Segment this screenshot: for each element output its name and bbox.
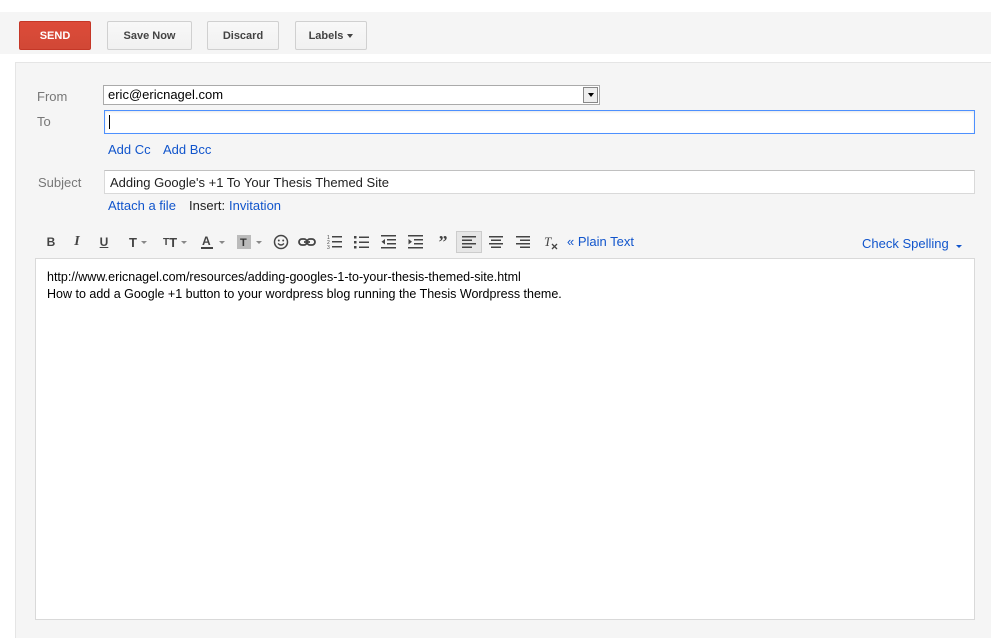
add-bcc-link[interactable]: Add Bcc [163, 142, 211, 157]
subject-input[interactable]: Adding Google's +1 To Your Thesis Themed… [104, 170, 975, 194]
add-cc-link[interactable]: Add Cc [108, 142, 151, 157]
align-center-icon[interactable] [486, 231, 506, 253]
indent-more-icon[interactable] [406, 231, 426, 253]
invitation-link[interactable]: Invitation [229, 198, 281, 213]
text-color-icon[interactable]: A [197, 231, 227, 253]
compose-toolbar: SEND Save Now Discard Labels [0, 12, 991, 54]
to-input[interactable] [104, 110, 975, 134]
font-icon[interactable]: T [123, 231, 153, 253]
dropdown-arrow-icon[interactable] [583, 87, 598, 103]
from-label: From [37, 89, 68, 104]
numbered-list-icon[interactable]: 123 [325, 231, 345, 253]
check-spelling-label: Check Spelling [862, 236, 949, 251]
from-select[interactable]: eric@ericnagel.com [103, 85, 600, 105]
svg-text:T: T [240, 237, 247, 249]
chevron-down-icon [956, 245, 963, 248]
labels-button[interactable]: Labels [295, 21, 367, 50]
link-icon[interactable] [296, 231, 318, 253]
align-left-icon[interactable] [456, 231, 482, 253]
subject-label: Subject [38, 175, 82, 190]
remove-formatting-icon[interactable]: T [540, 231, 562, 253]
indent-less-icon[interactable] [379, 231, 399, 253]
to-label: To [37, 114, 51, 129]
message-body-editor[interactable]: http://www.ericnagel.com/resources/addin… [35, 258, 975, 620]
insert-label: Insert: [189, 198, 226, 213]
plain-text-link[interactable]: « Plain Text [567, 234, 634, 249]
labels-button-label: Labels [308, 29, 344, 42]
bulleted-list-icon[interactable] [352, 231, 372, 253]
emoji-icon[interactable] [271, 231, 291, 253]
chevron-down-icon [347, 33, 354, 38]
body-line: How to add a Google +1 button to your wo… [47, 287, 562, 301]
highlight-color-icon[interactable]: T [234, 231, 264, 253]
text-cursor [109, 115, 110, 129]
svg-text:3: 3 [327, 245, 330, 250]
font-size-icon[interactable]: TT [160, 231, 190, 253]
check-spelling-link[interactable]: Check Spelling [862, 236, 963, 251]
bold-icon[interactable]: B [43, 231, 59, 253]
align-right-icon[interactable] [513, 231, 533, 253]
send-button[interactable]: SEND [19, 21, 91, 50]
discard-button[interactable]: Discard [207, 21, 279, 50]
from-select-value: eric@ericnagel.com [108, 87, 224, 102]
quote-icon[interactable]: ” [433, 231, 453, 253]
svg-text:T: T [544, 234, 552, 249]
italic-icon[interactable]: I [69, 231, 85, 253]
underline-icon[interactable]: U [96, 231, 112, 253]
subject-input-value: Adding Google's +1 To Your Thesis Themed… [110, 175, 389, 190]
attach-file-link[interactable]: Attach a file [108, 198, 176, 213]
svg-text:A: A [202, 234, 211, 248]
save-now-button[interactable]: Save Now [107, 21, 192, 50]
body-line: http://www.ericnagel.com/resources/addin… [47, 270, 521, 284]
